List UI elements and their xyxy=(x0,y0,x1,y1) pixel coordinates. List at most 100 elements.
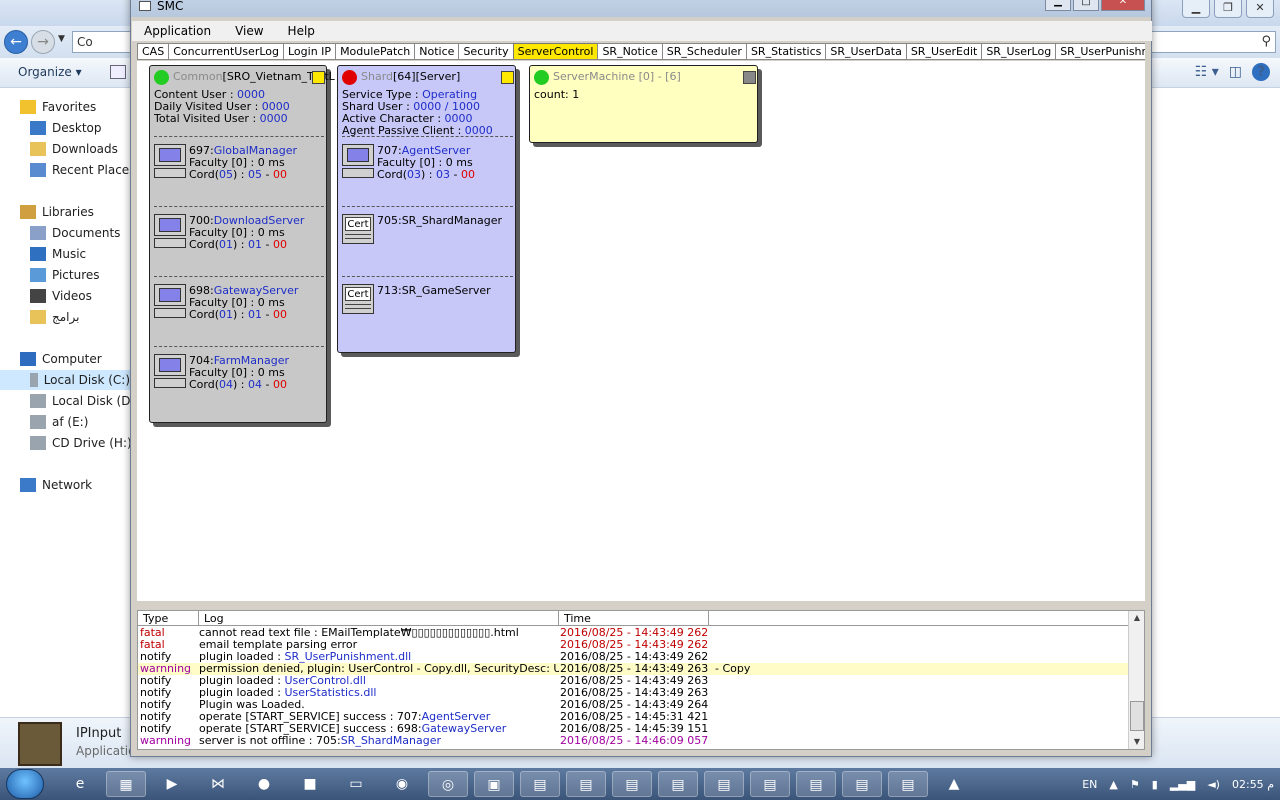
chrome-icon[interactable]: ◎ xyxy=(428,771,468,797)
flag-icon[interactable]: ⚑ xyxy=(1130,778,1140,791)
menu-help[interactable]: Help xyxy=(276,21,327,41)
nav-item[interactable]: Documents xyxy=(30,223,120,243)
server-node[interactable]: Cert 713:SR_GameServer xyxy=(342,284,512,344)
media-player-icon[interactable]: ▶ xyxy=(152,771,192,797)
preview-pane-icon[interactable]: ◫ xyxy=(1229,64,1242,80)
nav-item-label: Local Disk (D:) xyxy=(52,394,140,408)
server-node[interactable]: 700:DownloadServer Faculty [0] : 0 ms Cord… xyxy=(154,214,324,274)
view-icon[interactable] xyxy=(110,65,126,79)
tab-sr-scheduler[interactable]: SR_Scheduler xyxy=(661,43,747,59)
nav-item[interactable]: af (E:) xyxy=(30,412,88,432)
visual-studio-icon[interactable]: ⋈ xyxy=(198,771,238,797)
app-window-icon[interactable]: ▤ xyxy=(796,771,836,797)
scroll-up-icon[interactable]: ▲ xyxy=(1129,611,1145,625)
scroll-thumb[interactable] xyxy=(1130,701,1144,731)
app-window-icon[interactable]: ▤ xyxy=(612,771,652,797)
nav-item[interactable]: Libraries xyxy=(20,202,94,222)
nav-item[interactable]: Music xyxy=(30,244,86,264)
nav-item[interactable]: برامج xyxy=(30,307,79,327)
minimize-icon[interactable]: ▁ xyxy=(1045,0,1071,11)
language-indicator[interactable]: EN xyxy=(1082,778,1097,791)
explorer-taskbar-icon[interactable]: ▦ xyxy=(106,771,146,797)
tab-concurrentuserlog[interactable]: ConcurrentUserLog xyxy=(168,43,284,59)
tab-sr-notice[interactable]: SR_Notice xyxy=(597,43,663,59)
menu-view[interactable]: View xyxy=(223,21,275,41)
expand-square-icon[interactable] xyxy=(312,71,325,84)
server-node[interactable]: 704:FarmManager Faculty [0] : 0 ms Cord(04… xyxy=(154,354,324,414)
shard-card[interactable]: Shard[64][Server] Service Type : Operati… xyxy=(337,65,516,353)
tab-modulepatch[interactable]: ModulePatch xyxy=(335,43,416,59)
nav-item[interactable]: Favorites xyxy=(20,97,96,117)
minimize-icon[interactable]: ▁ xyxy=(1182,0,1210,18)
nav-item[interactable]: CD Drive (H:) xyxy=(30,433,132,453)
nav-item[interactable]: Pictures xyxy=(30,265,100,285)
network-icon[interactable]: ▂▄▆ xyxy=(1170,778,1195,791)
back-arrow-icon[interactable]: ← xyxy=(4,30,28,54)
close-icon[interactable]: ✕ xyxy=(1246,0,1274,18)
search-input[interactable]: ⚲ xyxy=(1148,31,1276,53)
tab-sr-userpunishment[interactable]: SR_UserPunishment xyxy=(1055,43,1145,59)
tab-sr-userlog[interactable]: SR_UserLog xyxy=(981,43,1057,59)
app-window-icon[interactable]: ▤ xyxy=(704,771,744,797)
nav-item[interactable]: Local Disk (C:) xyxy=(0,370,130,390)
help-icon[interactable]: ? xyxy=(1252,63,1270,81)
clock[interactable]: 02:55 م xyxy=(1232,778,1274,791)
tab-cas[interactable]: CAS xyxy=(137,43,170,59)
tab-notice[interactable]: Notice xyxy=(414,43,460,59)
server-node[interactable]: 698:GatewayServer Faculty [0] : 0 ms Cord(… xyxy=(154,284,324,344)
scroll-down-icon[interactable]: ▼ xyxy=(1129,735,1145,749)
folder-icon xyxy=(30,142,46,156)
close-icon[interactable]: ✕ xyxy=(1101,0,1145,11)
expand-square-icon[interactable] xyxy=(743,71,756,84)
server-node[interactable]: 707:AgentServer Faculty [0] : 0 ms Cord(03… xyxy=(342,144,512,204)
tray-expand-icon[interactable]: ▲ xyxy=(1109,778,1117,791)
nav-item-label: Pictures xyxy=(52,268,100,282)
maximize-icon[interactable]: ❐ xyxy=(1214,0,1242,18)
app-window-icon[interactable]: ▤ xyxy=(520,771,560,797)
nav-item[interactable]: Videos xyxy=(30,286,92,306)
tab-sr-userdata[interactable]: SR_UserData xyxy=(825,43,907,59)
app-green-icon[interactable]: ■ xyxy=(290,771,330,797)
nav-item[interactable]: Network xyxy=(20,475,92,495)
app-window-icon[interactable]: ▤ xyxy=(888,771,928,797)
nav-item[interactable]: Recent Places xyxy=(30,160,135,180)
power-icon[interactable]: ▮ xyxy=(1152,778,1158,791)
nav-item[interactable]: Desktop xyxy=(30,118,102,138)
vlc-icon[interactable]: ▲ xyxy=(934,771,974,797)
nav-item[interactable]: Computer xyxy=(20,349,102,369)
volume-icon[interactable]: ◄) xyxy=(1207,778,1220,791)
tab-sr-statistics[interactable]: SR_Statistics xyxy=(745,43,827,59)
log-row[interactable]: warnning server is not offline : 705:SR_S… xyxy=(138,735,1130,747)
common-division-card[interactable]: Common[SRO_Vietnam_TestL Content User : … xyxy=(149,65,335,423)
app-window-icon[interactable]: ▤ xyxy=(750,771,790,797)
app-window-icon[interactable]: ▤ xyxy=(566,771,606,797)
forward-arrow-icon[interactable]: → xyxy=(31,30,55,54)
server-machine-card[interactable]: ServerMachine [0] - [6] count: 1 xyxy=(529,65,758,143)
tab-servercontrol[interactable]: ServerControl xyxy=(512,43,599,59)
internet-explorer-icon[interactable]: e xyxy=(60,771,100,797)
nav-item[interactable]: Local Disk (D:) xyxy=(30,391,139,411)
app-window-icon[interactable]: ▤ xyxy=(842,771,882,797)
maximize-icon[interactable]: □ xyxy=(1073,0,1099,11)
firefox-icon[interactable]: ◉ xyxy=(382,771,422,797)
menu-application[interactable]: Application xyxy=(132,21,223,41)
tab-security[interactable]: Security xyxy=(458,43,514,59)
views-icon[interactable]: ☷ ▾ xyxy=(1195,64,1219,80)
tab-sr-useredit[interactable]: SR_UserEdit xyxy=(905,43,983,59)
start-button[interactable] xyxy=(6,769,44,799)
chevron-down-icon[interactable]: ▼ xyxy=(58,34,65,44)
cmd-icon[interactable]: ▣ xyxy=(474,771,514,797)
expand-square-icon[interactable] xyxy=(501,71,514,84)
column-header-time[interactable]: Time xyxy=(559,611,709,626)
app-orange-icon[interactable]: ● xyxy=(244,771,284,797)
column-header-type[interactable]: Type xyxy=(138,611,199,626)
log-scrollbar[interactable]: ▲ ▼ xyxy=(1128,611,1144,749)
tab-login-ip[interactable]: Login IP xyxy=(283,43,337,59)
column-header-log[interactable]: Log xyxy=(199,611,559,626)
window-icon[interactable]: ▭ xyxy=(336,771,376,797)
server-node[interactable]: Cert 705:SR_ShardManager xyxy=(342,214,512,274)
nav-item[interactable]: Downloads xyxy=(30,139,118,159)
app-window-icon[interactable]: ▤ xyxy=(658,771,698,797)
organize-button[interactable]: Organize ▾ xyxy=(18,65,82,79)
server-node[interactable]: 697:GlobalManager Faculty [0] : 0 ms Cord(… xyxy=(154,144,324,204)
